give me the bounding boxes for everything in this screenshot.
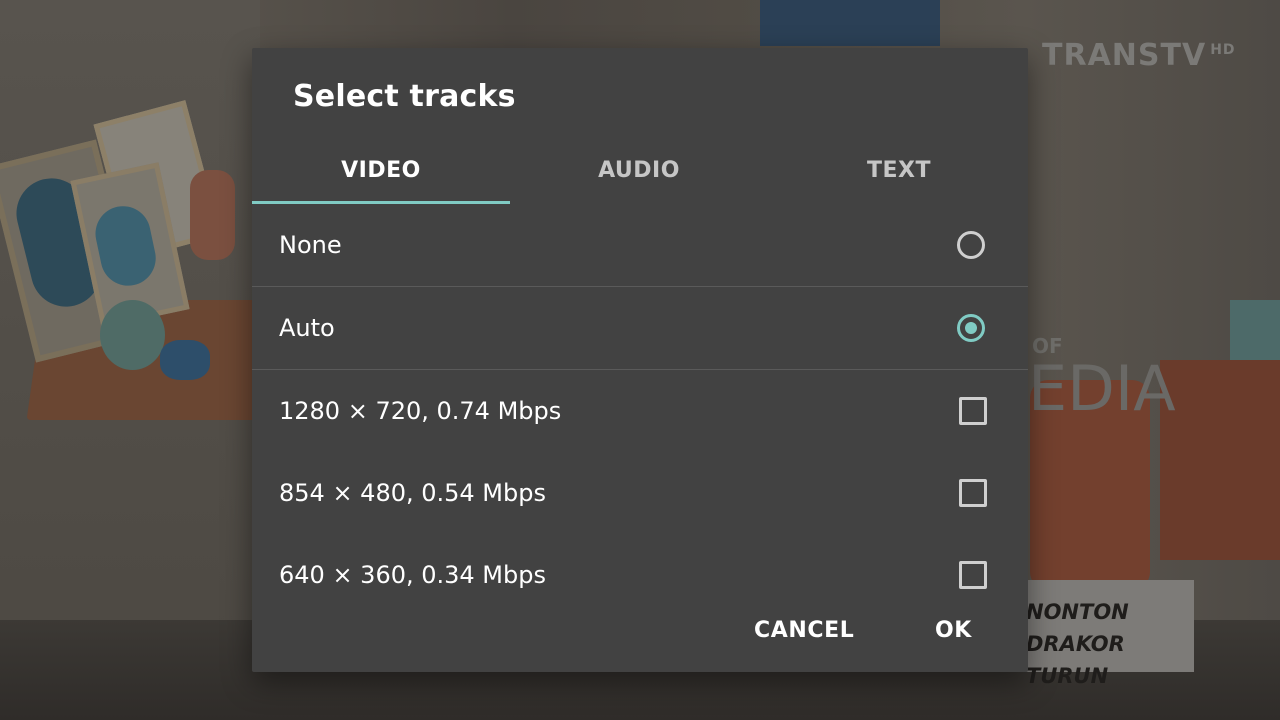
bg-blue-object	[760, 0, 940, 46]
track-item-none[interactable]: None	[252, 204, 1028, 287]
radio-button-selected[interactable]	[957, 314, 985, 342]
caption-text: NONTON DRAKOR TURUN	[1026, 600, 1129, 688]
checkbox[interactable]	[959, 561, 987, 589]
checkbox[interactable]	[959, 479, 987, 507]
radio-button[interactable]	[957, 231, 985, 259]
track-list: None Auto 1280 × 720, 0.74 Mbps 854 × 48…	[252, 204, 1028, 616]
track-label: 640 × 360, 0.34 Mbps	[279, 561, 546, 589]
bg-decor	[160, 340, 210, 380]
bg-overlay-text: EDIA	[1028, 352, 1176, 425]
track-label: Auto	[279, 314, 335, 342]
bg-vase	[190, 170, 235, 260]
dialog-actions: CANCEL OK	[252, 608, 1028, 658]
track-item-854x480[interactable]: 854 × 480, 0.54 Mbps	[252, 452, 1028, 534]
track-label: None	[279, 231, 342, 259]
bg-cabinet	[1160, 360, 1280, 560]
select-tracks-dialog: Select tracks VIDEO AUDIO TEXT None Auto…	[252, 48, 1028, 672]
ok-button[interactable]: OK	[935, 608, 972, 652]
tab-video[interactable]: VIDEO	[252, 136, 510, 204]
checkbox[interactable]	[959, 397, 987, 425]
cancel-button[interactable]: CANCEL	[754, 608, 854, 652]
dialog-title: Select tracks	[293, 79, 516, 114]
bg-decor	[100, 300, 165, 370]
tab-text[interactable]: TEXT	[770, 136, 1028, 204]
channel-logo: TRANSTV HD	[1042, 38, 1236, 73]
tab-audio[interactable]: AUDIO	[510, 136, 768, 204]
track-item-1280x720[interactable]: 1280 × 720, 0.74 Mbps	[252, 370, 1028, 452]
track-type-tabs: VIDEO AUDIO TEXT	[252, 136, 1028, 204]
track-label: 854 × 480, 0.54 Mbps	[279, 479, 546, 507]
track-item-640x360[interactable]: 640 × 360, 0.34 Mbps	[252, 534, 1028, 616]
track-item-auto[interactable]: Auto	[252, 287, 1028, 370]
track-label: 1280 × 720, 0.74 Mbps	[279, 397, 562, 425]
